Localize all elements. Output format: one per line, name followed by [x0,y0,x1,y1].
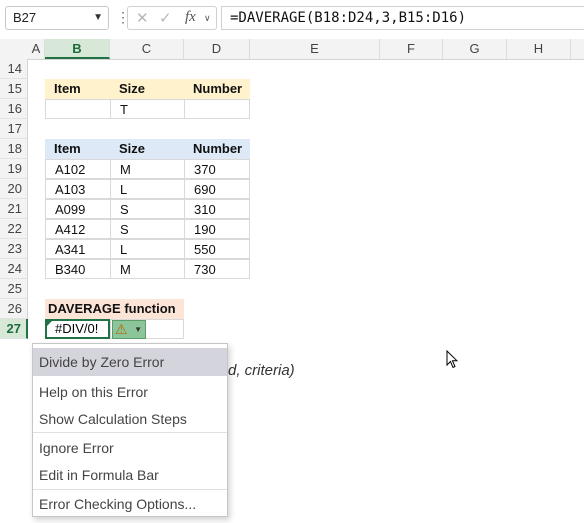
menu-title-divide-by-zero: Divide by Zero Error [33,348,227,376]
formula-input[interactable]: =DAVERAGE(B18:D24,3,B15:D16) [221,6,584,30]
function-label[interactable]: DAVERAGE function [45,299,184,319]
formula-buttons: ✕ ✓ fx ∨ [127,6,217,30]
column-header-h[interactable]: H [507,39,571,59]
table-cell[interactable]: 190 [184,219,250,239]
table-cell[interactable]: A341 [45,239,111,259]
row-header-15[interactable]: 15 [0,79,28,99]
table-cell[interactable]: M [110,159,185,179]
table-cell[interactable]: A103 [45,179,111,199]
active-cell-value: #DIV/0! [55,321,99,336]
enter-icon[interactable]: ✓ [159,9,172,27]
menu-item-help[interactable]: Help on this Error [33,378,227,406]
table-cell[interactable]: 550 [184,239,250,259]
error-check-button[interactable]: ⚠ ▼ [112,320,146,339]
row-header-18[interactable]: 18 [0,139,28,159]
name-box[interactable]: B27 ▼ [5,6,109,30]
column-header-a[interactable]: A [28,39,45,59]
active-cell[interactable]: #DIV/0! [45,319,110,339]
menu-item-edit-in-formula-bar[interactable]: Edit in Formula Bar [33,461,227,489]
data-header-size[interactable]: Size [110,139,184,159]
criteria-cell-number[interactable] [184,99,250,119]
error-context-menu: Divide by Zero Error Help on this Error … [32,343,228,517]
cancel-icon[interactable]: ✕ [136,9,149,27]
table-cell[interactable]: S [110,199,185,219]
criteria-header-size[interactable]: Size [110,79,184,99]
menu-item-error-checking-options[interactable]: Error Checking Options... [33,490,227,518]
row-header-24[interactable]: 24 [0,259,28,279]
expand-chevron-icon[interactable]: ∨ [204,13,211,24]
chevron-down-icon[interactable]: ▼ [93,7,103,29]
table-cell[interactable]: 370 [184,159,250,179]
criteria-header-item[interactable]: Item [45,79,110,99]
table-cell[interactable]: L [110,179,185,199]
row-header-26[interactable]: 26 [0,299,28,319]
menu-item-ignore-error[interactable]: Ignore Error [33,434,227,462]
row-header-27[interactable]: 27 [0,319,28,339]
table-cell[interactable]: L [110,239,185,259]
table-cell[interactable]: A412 [45,219,111,239]
row-header-19[interactable]: 19 [0,159,28,179]
criteria-cell-size[interactable]: T [110,99,185,119]
criteria-cell-item[interactable] [45,99,111,119]
data-header-item[interactable]: Item [45,139,110,159]
row-header-21[interactable]: 21 [0,199,28,219]
table-cell[interactable]: 310 [184,199,250,219]
syntax-text: d, criteria) [228,362,295,379]
menu-item-show-calculation-steps[interactable]: Show Calculation Steps [33,405,227,433]
row-header-22[interactable]: 22 [0,219,28,239]
table-cell[interactable]: A102 [45,159,111,179]
mouse-pointer-icon [446,349,459,374]
name-box-value: B27 [13,10,37,25]
column-header-d[interactable]: D [184,39,250,59]
error-indicator-icon [47,321,52,326]
menu-separator [33,432,227,433]
criteria-header-number[interactable]: Number [184,79,250,99]
row-header-17[interactable]: 17 [0,119,28,139]
table-cell[interactable]: M [110,259,185,279]
formula-bar-area: B27 ▼ ⋮ ✕ ✓ fx ∨ =DAVERAGE(B18:D24,3,B15… [0,0,584,38]
column-header-partial [571,39,584,59]
warning-icon: ⚠ [115,321,128,337]
table-cell[interactable]: 690 [184,179,250,199]
row-header-14[interactable]: 14 [0,59,28,79]
column-header-b[interactable]: B [45,39,110,59]
column-header-f[interactable]: F [380,39,443,59]
column-header-c[interactable]: C [110,39,184,59]
row-header-16[interactable]: 16 [0,99,28,119]
data-header-number[interactable]: Number [184,139,250,159]
table-cell[interactable]: S [110,219,185,239]
row-header-25[interactable]: 25 [0,279,28,299]
insert-function-icon[interactable]: fx [185,9,196,26]
row-header-23[interactable]: 23 [0,239,28,259]
table-cell[interactable]: 730 [184,259,250,279]
column-header-g[interactable]: G [443,39,507,59]
column-headers: A B C D E F G H [0,39,584,60]
dropdown-arrow-icon: ▼ [134,325,142,334]
table-cell[interactable]: B340 [45,259,111,279]
row-header-20[interactable]: 20 [0,179,28,199]
table-cell[interactable]: A099 [45,199,111,219]
column-header-e[interactable]: E [250,39,380,59]
